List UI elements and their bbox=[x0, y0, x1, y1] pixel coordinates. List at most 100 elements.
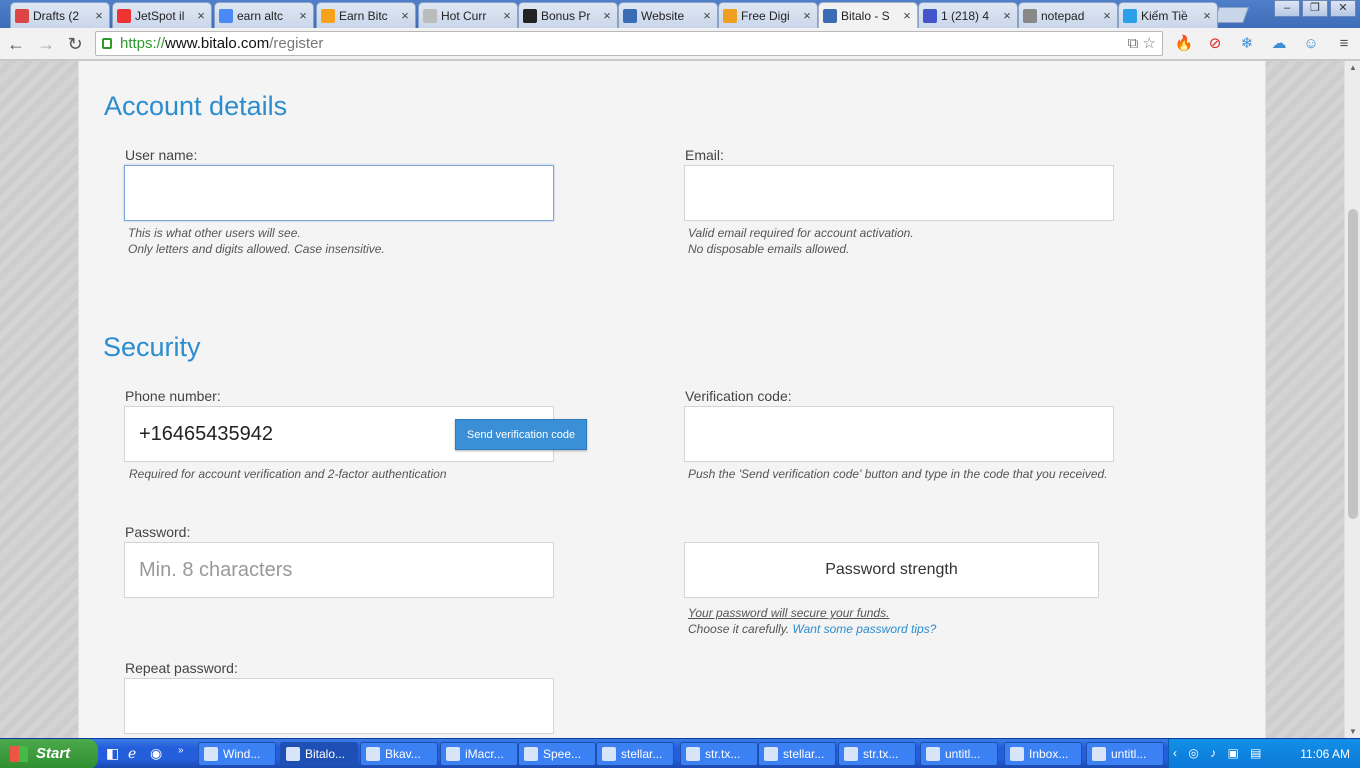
send-verification-code-button[interactable]: Send verification code bbox=[455, 419, 587, 450]
quicklaunch-ie-icon[interactable]: ℯ bbox=[128, 745, 136, 762]
browser-tab[interactable]: Free Digi × bbox=[718, 2, 818, 28]
taskbar-item[interactable]: untitl... bbox=[1086, 742, 1164, 766]
back-arrow-icon[interactable]: ← bbox=[4, 32, 28, 56]
phone-field[interactable]: Send verification code bbox=[124, 406, 587, 462]
verification-code-label: Verification code: bbox=[685, 388, 792, 404]
taskbar-app-icon bbox=[286, 747, 300, 761]
browser-tab[interactable]: Kiếm Tiề × bbox=[1118, 2, 1218, 28]
start-button[interactable]: Start bbox=[0, 739, 98, 768]
url-host: www.bitalo.com bbox=[165, 35, 270, 52]
close-tab-icon[interactable]: × bbox=[501, 8, 513, 23]
repeat-password-input[interactable] bbox=[125, 679, 553, 733]
repeat-password-field[interactable] bbox=[124, 678, 554, 734]
taskbar-app-icon bbox=[446, 747, 460, 761]
close-tab-icon[interactable]: × bbox=[801, 8, 813, 23]
scrollbar-thumb[interactable] bbox=[1348, 209, 1358, 519]
email-input[interactable] bbox=[685, 166, 1113, 220]
taskbar-app-icon bbox=[524, 747, 538, 761]
jetspot-icon bbox=[117, 8, 131, 23]
taskbar-item-label: untitl... bbox=[1111, 747, 1147, 761]
snowflake-extension-icon[interactable]: ❄ bbox=[1237, 34, 1257, 54]
translate-icon[interactable]: ⧉ bbox=[1128, 35, 1139, 52]
menu-icon[interactable]: ≡ bbox=[1334, 34, 1354, 54]
close-tab-icon[interactable]: × bbox=[701, 8, 713, 23]
password-field[interactable] bbox=[124, 542, 554, 598]
close-tab-icon[interactable]: × bbox=[601, 8, 613, 23]
tab-title: Bitalo - S bbox=[841, 8, 890, 23]
taskbar-item[interactable]: Bkav... bbox=[360, 742, 438, 766]
tab-title: JetSpot il bbox=[135, 8, 185, 23]
taskbar-item[interactable]: stellar... bbox=[758, 742, 836, 766]
browser-tab[interactable]: earn altc × bbox=[214, 2, 314, 28]
browser-tab[interactable]: 1 (218) 4 × bbox=[918, 2, 1018, 28]
tray-icons[interactable]: ‹ ◎ ♪ ▣ ▤ bbox=[1173, 746, 1265, 760]
scroll-up-arrow-icon[interactable]: ▲ bbox=[1349, 63, 1357, 72]
browser-tab[interactable]: Earn Bitc × bbox=[316, 2, 416, 28]
close-tab-icon[interactable]: × bbox=[297, 8, 309, 23]
close-tab-icon[interactable]: × bbox=[195, 8, 207, 23]
browser-tab[interactable]: Drafts (2 × bbox=[10, 2, 110, 28]
taskbar-item-label: stellar... bbox=[783, 747, 825, 761]
repeat-password-label: Repeat password: bbox=[125, 660, 238, 676]
browser-tab[interactable]: notepad × bbox=[1018, 2, 1118, 28]
taskbar-item[interactable]: iMacr... bbox=[440, 742, 518, 766]
taskbar-item-label: str.tx... bbox=[705, 747, 741, 761]
taskbar-item[interactable]: str.tx... bbox=[838, 742, 916, 766]
tab-title: Earn Bitc bbox=[339, 8, 388, 23]
browser-tab[interactable]: JetSpot il × bbox=[112, 2, 212, 28]
close-tab-icon[interactable]: × bbox=[1201, 8, 1213, 23]
close-tab-icon[interactable]: × bbox=[1101, 8, 1113, 23]
scroll-down-arrow-icon[interactable]: ▼ bbox=[1349, 727, 1357, 736]
taskbar-item[interactable]: Bitalo... bbox=[280, 742, 358, 766]
taskbar-item[interactable]: stellar... bbox=[596, 742, 674, 766]
username-input[interactable] bbox=[125, 166, 553, 220]
reload-icon[interactable]: ↻ bbox=[63, 32, 87, 56]
tab-strip: – ❐ ✕ Drafts (2 × JetSpot il × earn altc × Ear… bbox=[0, 0, 1360, 28]
password-tips-link[interactable]: Want some password tips? bbox=[793, 622, 937, 636]
password-input[interactable] bbox=[125, 543, 553, 597]
email-field[interactable] bbox=[684, 165, 1114, 221]
verification-code-field[interactable] bbox=[684, 406, 1114, 462]
taskbar-app-icon bbox=[844, 747, 858, 761]
new-tab-button[interactable] bbox=[1213, 7, 1249, 23]
browser-tab[interactable]: Bonus Pr × bbox=[518, 2, 618, 28]
browser-tab[interactable]: Hot Curr × bbox=[418, 2, 518, 28]
close-tab-icon[interactable]: × bbox=[93, 8, 105, 23]
bookmark-star-icon[interactable]: ☆ bbox=[1143, 35, 1156, 52]
verification-code-input[interactable] bbox=[685, 407, 1113, 461]
url-path: /register bbox=[269, 35, 324, 52]
username-field[interactable] bbox=[124, 165, 554, 221]
close-window-button[interactable]: ✕ bbox=[1330, 0, 1356, 17]
browser-tab[interactable]: Website × bbox=[618, 2, 718, 28]
browser-tab[interactable]: Bitalo - S × bbox=[818, 2, 918, 28]
address-bar[interactable]: https://www.bitalo.com/register ⧉ ☆ bbox=[95, 31, 1163, 56]
minimize-button[interactable]: – bbox=[1274, 0, 1300, 17]
cloud-extension-icon[interactable]: ☁ bbox=[1269, 34, 1289, 54]
skype-icon bbox=[1123, 8, 1137, 23]
tab-title: Bonus Pr bbox=[541, 8, 591, 23]
quicklaunch-desktop-icon[interactable]: ◧ bbox=[106, 745, 119, 762]
email-hint-line2: No disposable emails allowed. bbox=[688, 242, 850, 256]
taskbar-item[interactable]: str.tx... bbox=[680, 742, 758, 766]
quicklaunch-media-icon[interactable]: ◉ bbox=[150, 745, 162, 762]
register-form: Account details User name: This is what … bbox=[78, 61, 1266, 738]
close-tab-icon[interactable]: × bbox=[399, 8, 411, 23]
quicklaunch-more-icon[interactable]: » bbox=[178, 745, 184, 756]
face-extension-icon[interactable]: ☺ bbox=[1301, 34, 1321, 54]
forward-arrow-icon[interactable]: → bbox=[34, 32, 58, 56]
block-extension-icon[interactable]: ⊘ bbox=[1205, 34, 1225, 54]
taskbar-item-label: Bitalo... bbox=[305, 747, 346, 761]
taskbar-item[interactable]: Inbox... bbox=[1004, 742, 1082, 766]
taskbar-item[interactable]: Spee... bbox=[518, 742, 596, 766]
fire-extension-icon[interactable]: 🔥 bbox=[1174, 34, 1194, 54]
verification-hint: Push the 'Send verification code' button… bbox=[688, 467, 1108, 481]
maximize-button[interactable]: ❐ bbox=[1302, 0, 1328, 17]
taskbar-item-label: stellar... bbox=[621, 747, 663, 761]
taskbar-item[interactable]: Wind... bbox=[198, 742, 276, 766]
close-tab-icon[interactable]: × bbox=[1001, 8, 1013, 23]
close-tab-icon[interactable]: × bbox=[901, 8, 913, 23]
page-scrollbar[interactable]: ▲ ▼ bbox=[1344, 61, 1360, 738]
windows-taskbar: Start ◧ ℯ ◉ » ‹ ◎ ♪ ▣ ▤ 11:06 AM Wind...… bbox=[0, 738, 1360, 768]
page-viewport: Account details User name: This is what … bbox=[0, 61, 1344, 738]
taskbar-item[interactable]: untitl... bbox=[920, 742, 998, 766]
